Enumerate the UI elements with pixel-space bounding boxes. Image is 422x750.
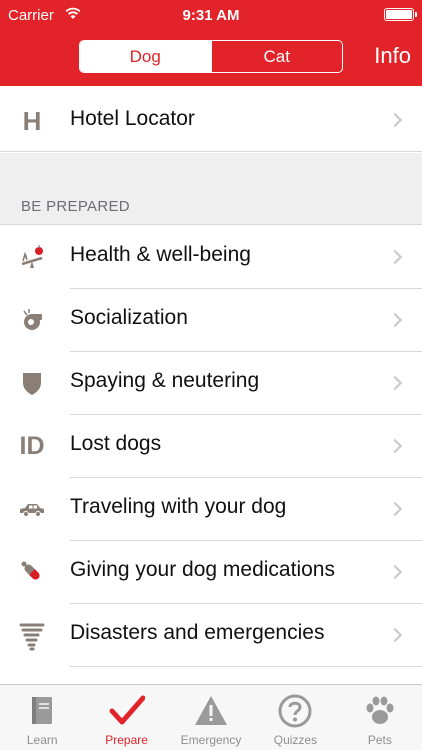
- tab-label: Emergency: [180, 733, 242, 747]
- tab-label: Quizzes: [273, 733, 318, 747]
- tab-label: Learn: [26, 733, 58, 747]
- checkmark-icon: [109, 695, 145, 725]
- chevron-right-icon: [387, 312, 403, 328]
- list-item-label: Giving your dog medications: [70, 558, 335, 581]
- list-item-disasters[interactable]: Disasters and emergencies: [0, 604, 422, 667]
- id-icon: ID: [19, 432, 45, 460]
- hotel-icon: H: [22, 106, 42, 136]
- tab-quizzes[interactable]: Quizzes: [253, 685, 337, 750]
- header-bar: Carrier 9:31 AM Dog Cat Info: [0, 0, 422, 86]
- chevron-right-icon: [387, 112, 403, 128]
- status-bar: Carrier 9:31 AM: [0, 0, 422, 30]
- tab-emergency[interactable]: Emergency: [169, 685, 253, 750]
- list-item-label: Spaying & neutering: [70, 369, 260, 392]
- tab-bar: Learn Prepare Emergency Quizzes Pets: [0, 684, 422, 750]
- list-item-label: Socialization: [70, 306, 188, 329]
- list-item-label: Health & well-being: [70, 243, 251, 266]
- chevron-right-icon: [387, 501, 403, 517]
- seesaw-apple-icon: [16, 244, 48, 270]
- whistle-icon: [16, 307, 48, 333]
- segment-dog[interactable]: Dog: [80, 41, 211, 72]
- list-item-label: Traveling with your dog: [70, 495, 287, 518]
- row-separator: [70, 666, 422, 667]
- warning-icon: [195, 696, 228, 725]
- list-item-spaying[interactable]: Spaying & neutering: [0, 352, 422, 415]
- prepare-list: Health & well-being Socialization Spayin…: [0, 226, 422, 667]
- chevron-right-icon: [387, 564, 403, 580]
- status-time: 9:31 AM: [182, 7, 240, 24]
- chevron-right-icon: [387, 627, 403, 643]
- list-item-label: Disasters and emergencies: [70, 621, 325, 644]
- list-item-traveling[interactable]: Traveling with your dog: [0, 478, 422, 541]
- list-item-socialization[interactable]: Socialization: [0, 289, 422, 352]
- shield-icon: [16, 370, 48, 396]
- hotel-locator-label: Hotel Locator: [70, 107, 195, 130]
- chevron-right-icon: [387, 249, 403, 265]
- tab-prepare[interactable]: Prepare: [84, 685, 168, 750]
- segment-cat[interactable]: Cat: [210, 41, 343, 72]
- car-icon: [16, 496, 48, 522]
- list-item-label: Lost dogs: [70, 432, 162, 455]
- tab-pets[interactable]: Pets: [338, 685, 422, 750]
- chevron-right-icon: [387, 438, 403, 454]
- tornado-icon: [16, 622, 48, 651]
- species-segmented-control: Dog Cat: [79, 40, 343, 73]
- list-item-medications[interactable]: Giving your dog medications: [0, 541, 422, 604]
- info-button[interactable]: Info: [374, 43, 411, 69]
- pill-icon: [16, 559, 48, 585]
- book-icon: [32, 697, 53, 724]
- hotel-locator-row[interactable]: H Hotel Locator: [0, 88, 422, 152]
- tab-label: Pets: [367, 733, 392, 747]
- chevron-right-icon: [387, 375, 403, 391]
- battery-icon: [384, 8, 417, 21]
- question-icon: [278, 694, 312, 728]
- section-header: BE PREPARED: [21, 198, 130, 215]
- paw-icon: [366, 696, 394, 724]
- list-item-lost-dogs[interactable]: ID Lost dogs: [0, 415, 422, 478]
- list-item-health[interactable]: Health & well-being: [0, 226, 422, 289]
- tab-learn[interactable]: Learn: [0, 685, 84, 750]
- tab-label: Prepare: [105, 733, 148, 747]
